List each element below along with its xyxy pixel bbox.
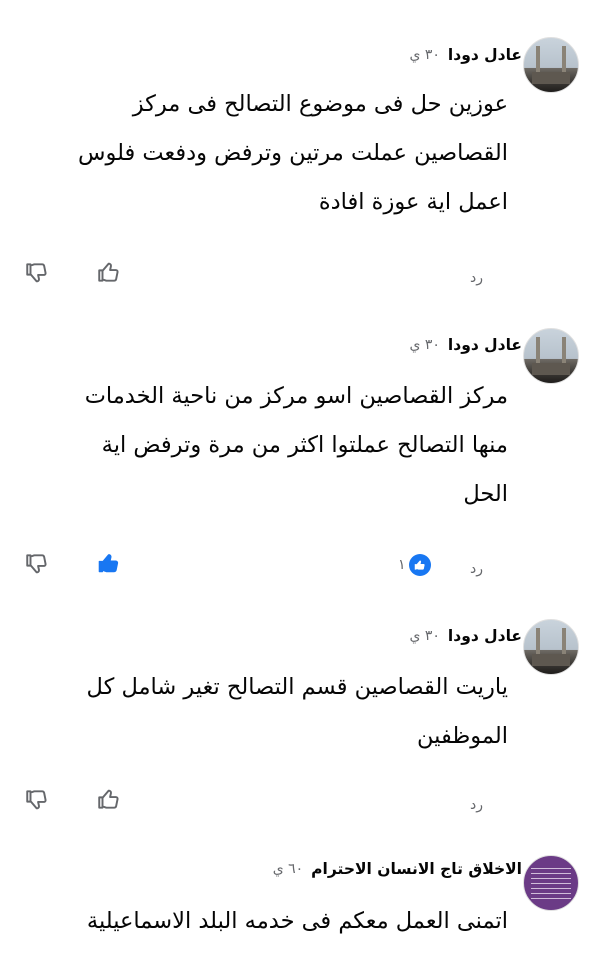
comment-line: ياريت القصاصين قسم التصالح تغير شامل كل [86,674,508,700]
comment-line: القصاصين عملت مرتين وترفض ودفعت فلوس [77,140,508,166]
avatar[interactable] [523,619,579,675]
comment-line: عوزين حل فى موضوع التصالح فى مركز [132,91,508,117]
avatar[interactable] [523,328,579,384]
avatar[interactable] [523,855,579,911]
comment-actions: رد [0,784,600,824]
comment-header: عادل دودا ٣٠ ي [409,624,522,648]
comment-actions: ١ رد [0,548,600,588]
like-reaction-icon [408,554,431,576]
comment-line: الحل [463,481,508,507]
comment-actions: رد [0,255,600,295]
comment-time[interactable]: ٣٠ ي [409,628,439,644]
thumbs-up-icon[interactable] [96,259,122,285]
comment-time[interactable]: ٣٠ ي [409,337,439,353]
comment-line: مركز القصاصين اسو مركز من ناحية الخدمات [84,383,508,409]
comment-header: عادل دودا ٣٠ ي [409,43,522,67]
reaction-count[interactable]: ١ [398,554,431,576]
thumbs-down-icon[interactable] [24,551,50,577]
thumbs-down-icon[interactable] [24,787,50,813]
thumbs-up-icon[interactable] [96,786,122,812]
comment-author[interactable]: عادل دودا [448,336,522,354]
comment-line: منها التصالح عملتوا اكثر من مرة وترفض اي… [101,432,508,458]
reply-button[interactable]: رد [470,797,483,813]
comment-line: الموظفين [417,723,508,749]
comment-time[interactable]: ٦٠ ي [273,861,303,877]
comment-author[interactable]: عادل دودا [448,627,522,645]
reaction-count-number: ١ [398,557,406,573]
comment-text: اتمنى العمل معكم فى خدمه البلد الاسماعيل… [20,897,508,946]
comment-author[interactable]: الاخلاق تاج الانسان الاحترام [311,860,522,878]
reply-button[interactable]: رد [470,270,483,286]
comment-line: اعمل اية عوزة افادة [318,189,508,215]
comment-header: الاخلاق تاج الانسان الاحترام ٦٠ ي [273,857,522,881]
comment-line: اتمنى العمل معكم فى خدمه البلد الاسماعيل… [86,908,508,934]
comment-text: مركز القصاصين اسو مركز من ناحية الخدمات … [20,372,508,519]
comment-text: عوزين حل فى موضوع التصالح فى مركز القصاص… [20,80,508,227]
thumbs-down-icon[interactable] [24,260,50,286]
reply-button[interactable]: رد [470,561,483,577]
thumbs-up-icon[interactable] [96,550,122,576]
avatar[interactable] [523,37,579,93]
comment-text: ياريت القصاصين قسم التصالح تغير شامل كل … [20,663,508,761]
comment-header: عادل دودا ٣٠ ي [409,333,522,357]
comment-time[interactable]: ٣٠ ي [409,47,439,63]
comment-author[interactable]: عادل دودا [448,46,522,64]
